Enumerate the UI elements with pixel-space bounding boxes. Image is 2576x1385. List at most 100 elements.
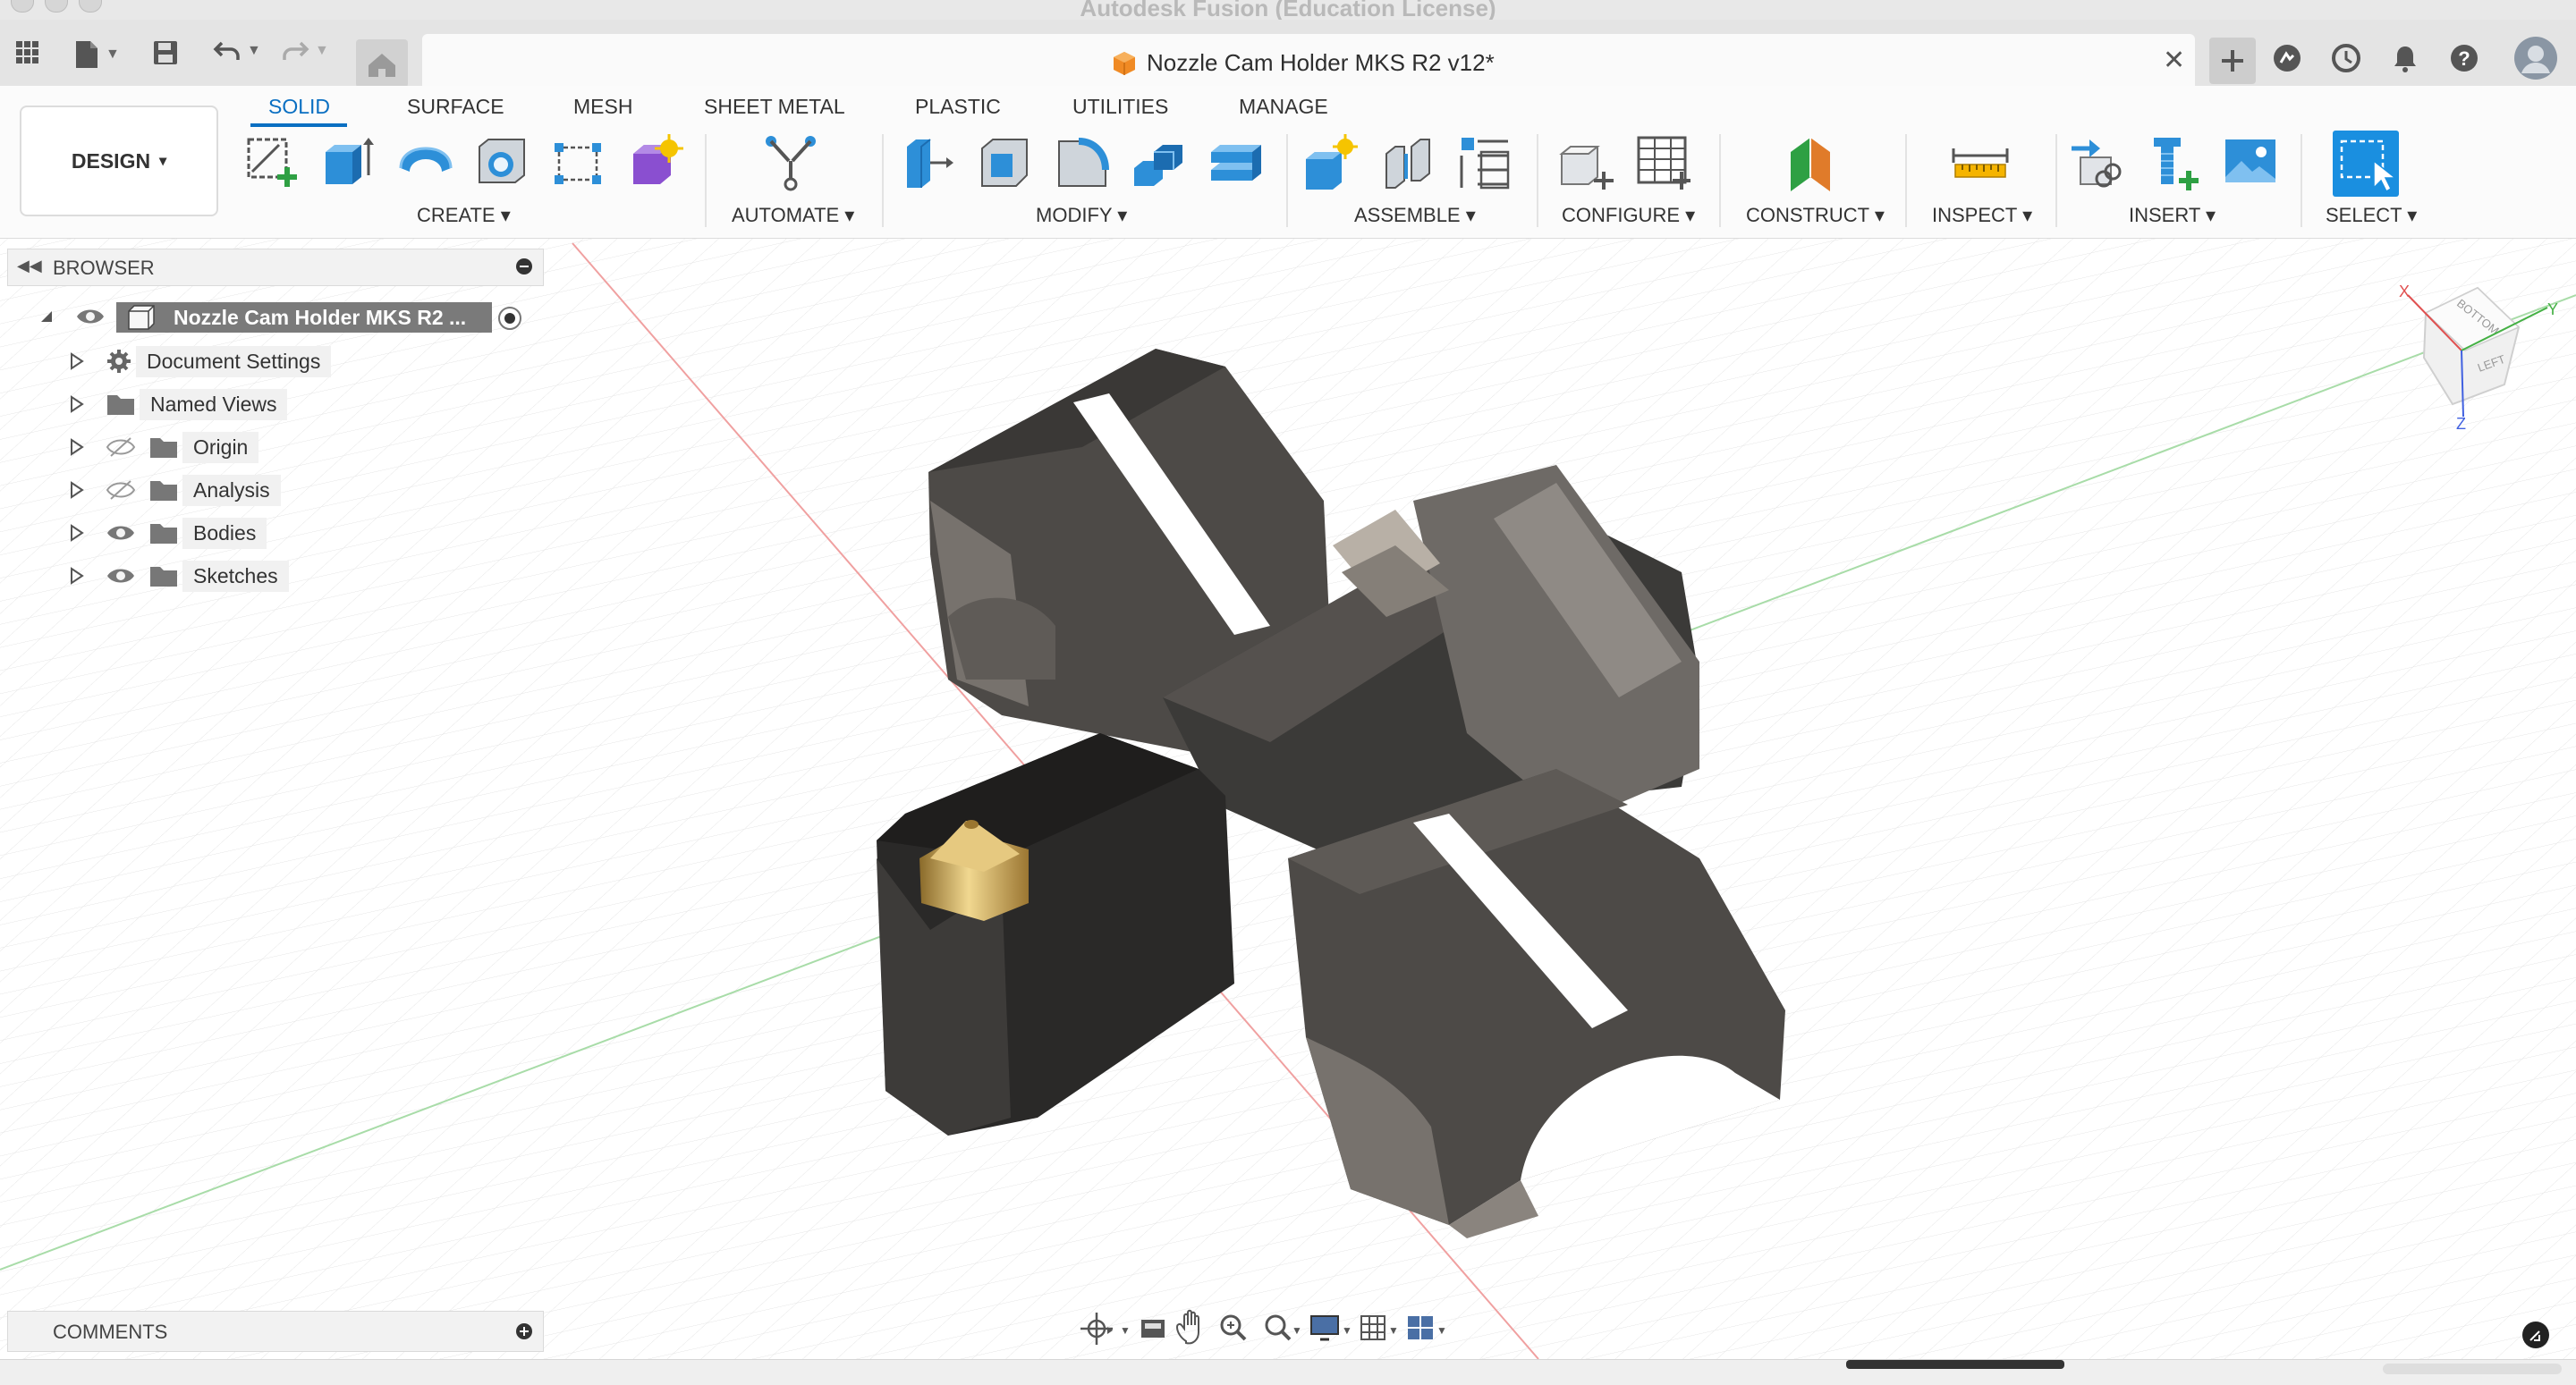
expand-arrow-icon[interactable] (68, 524, 84, 542)
bill-of-materials-icon[interactable] (1456, 132, 1513, 193)
collapse-panel-icon[interactable]: ◀◀ (17, 257, 42, 275)
inspect-menu[interactable]: INSPECT ▾ (1932, 204, 2032, 227)
root-component[interactable]: Nozzle Cam Holder MKS R2 ... (116, 302, 492, 333)
tab-plastic[interactable]: PLASTIC (915, 95, 1001, 119)
svg-text:▼: ▼ (1388, 1324, 1399, 1337)
x-axis-label: X (2399, 283, 2410, 300)
insert-mcmaster-icon[interactable] (2145, 132, 2202, 193)
tree-item-bodies[interactable]: Bodies (68, 515, 267, 551)
file-menu-icon[interactable]: ▼ (73, 39, 120, 70)
scroll-indicator[interactable] (2383, 1364, 2562, 1374)
new-component-icon[interactable] (1302, 132, 1360, 193)
create-sketch-icon[interactable] (243, 132, 301, 193)
create-menu[interactable]: CREATE ▾ (417, 204, 511, 227)
expand-arrow-icon[interactable] (68, 352, 84, 370)
feedback-icon[interactable] (2522, 1322, 2549, 1348)
tab-solid[interactable]: SOLID (268, 95, 330, 119)
workspace-switcher[interactable]: DESIGN ▾ (20, 106, 218, 216)
modify-menu[interactable]: MODIFY ▾ (1036, 204, 1127, 227)
visibility-eye-icon[interactable] (106, 522, 136, 544)
tree-item-analysis[interactable]: Analysis (68, 472, 281, 508)
viewport[interactable]: BOTTOM LEFT X Y Z (0, 239, 2576, 1359)
hidden-eye-icon[interactable] (106, 479, 136, 501)
minimize-panel-icon[interactable] (516, 258, 532, 274)
close-tab-button[interactable]: ✕ (2163, 45, 2185, 76)
redo-icon[interactable]: ▼ (281, 39, 329, 63)
help-icon[interactable]: ? (2449, 43, 2479, 78)
select-menu[interactable]: SELECT ▾ (2326, 204, 2417, 227)
offset-plane-icon[interactable] (1785, 132, 1843, 193)
expand-comments-icon[interactable] (516, 1323, 532, 1339)
assemble-menu[interactable]: ASSEMBLE ▾ (1354, 204, 1476, 227)
hidden-eye-icon[interactable] (106, 436, 136, 458)
notifications-icon[interactable] (2390, 43, 2420, 78)
tab-utilities[interactable]: UTILITIES (1072, 95, 1168, 119)
tab-surface[interactable]: SURFACE (407, 95, 504, 119)
home-icon (369, 54, 395, 77)
svg-text:▼: ▼ (1436, 1324, 1447, 1337)
select-button[interactable] (2333, 131, 2399, 197)
expand-arrow-icon[interactable] (68, 395, 84, 413)
visibility-eye-icon[interactable] (106, 565, 136, 587)
tab-manage[interactable]: MANAGE (1239, 95, 1328, 119)
zoom-icon[interactable] (1220, 1314, 1247, 1341)
folder-icon (150, 567, 177, 587)
home-button[interactable] (356, 39, 408, 88)
fillet-icon[interactable] (977, 132, 1034, 193)
component-icon (125, 304, 157, 335)
configuration-table-icon[interactable] (1635, 132, 1692, 193)
insert-derive-icon[interactable] (2068, 132, 2125, 193)
tree-item-document-settings[interactable]: Document Settings (68, 343, 332, 379)
hole-icon[interactable] (474, 132, 531, 193)
display-settings-icon[interactable] (1310, 1315, 1339, 1341)
configure-menu[interactable]: CONFIGURE ▾ (1562, 204, 1695, 227)
active-tab-indicator (250, 123, 347, 127)
visibility-eye-icon[interactable] (75, 306, 106, 332)
expand-root-icon[interactable] (38, 308, 55, 330)
tab-mesh[interactable]: MESH (573, 95, 632, 119)
tab-sheet-metal[interactable]: SHEET METAL (704, 95, 845, 119)
grid-settings-icon[interactable] (1360, 1315, 1385, 1340)
undo-icon[interactable]: ▼ (213, 39, 261, 63)
insert-canvas-icon[interactable] (2222, 132, 2279, 193)
orbit-icon[interactable] (1080, 1313, 1113, 1345)
fit-icon[interactable] (1265, 1314, 1292, 1341)
pattern-icon[interactable] (551, 132, 608, 193)
construct-menu[interactable]: CONSTRUCT ▾ (1746, 204, 1885, 227)
expand-arrow-icon[interactable] (68, 567, 84, 585)
pan-icon[interactable] (1175, 1309, 1199, 1345)
job-status-icon[interactable] (2331, 43, 2361, 78)
plus-icon (2222, 50, 2243, 72)
automate-icon[interactable] (762, 132, 819, 193)
app-grid-icon[interactable] (14, 39, 41, 66)
browser-title: BROWSER (53, 257, 155, 279)
tree-item-named-views[interactable]: Named Views (68, 386, 288, 422)
viewports-icon[interactable] (1408, 1316, 1433, 1339)
browser-header: ◀◀ BROWSER (7, 249, 544, 286)
timeline-handle[interactable] (1846, 1360, 2064, 1369)
joint-icon[interactable] (1379, 132, 1436, 193)
save-icon[interactable] (152, 39, 179, 66)
offset-face-icon[interactable] (1208, 132, 1265, 193)
expand-arrow-icon[interactable] (68, 481, 84, 499)
press-pull-icon[interactable] (900, 132, 957, 193)
activate-radio-icon[interactable] (497, 306, 522, 335)
user-avatar[interactable] (2513, 36, 2558, 85)
look-at-icon[interactable] (1141, 1320, 1165, 1338)
expand-arrow-icon[interactable] (68, 438, 84, 456)
chamfer-icon[interactable] (1054, 132, 1111, 193)
tree-item-sketches[interactable]: Sketches (68, 558, 289, 594)
tree-item-origin[interactable]: Origin (68, 429, 259, 465)
automate-menu[interactable]: AUTOMATE ▾ (732, 204, 854, 227)
document-title: Nozzle Cam Holder MKS R2 v12* (1147, 49, 1495, 76)
extrude-icon[interactable] (320, 132, 377, 193)
combine-icon[interactable] (1131, 132, 1188, 193)
insert-menu[interactable]: INSERT ▾ (2129, 204, 2216, 227)
derive-icon[interactable] (628, 132, 685, 193)
comments-panel[interactable]: COMMENTS (7, 1311, 544, 1352)
configure-icon[interactable] (1558, 132, 1615, 193)
revolve-icon[interactable] (397, 132, 454, 193)
measure-icon[interactable] (1952, 132, 2009, 193)
extensions-icon[interactable] (2272, 43, 2302, 78)
new-tab-button[interactable] (2209, 38, 2256, 84)
